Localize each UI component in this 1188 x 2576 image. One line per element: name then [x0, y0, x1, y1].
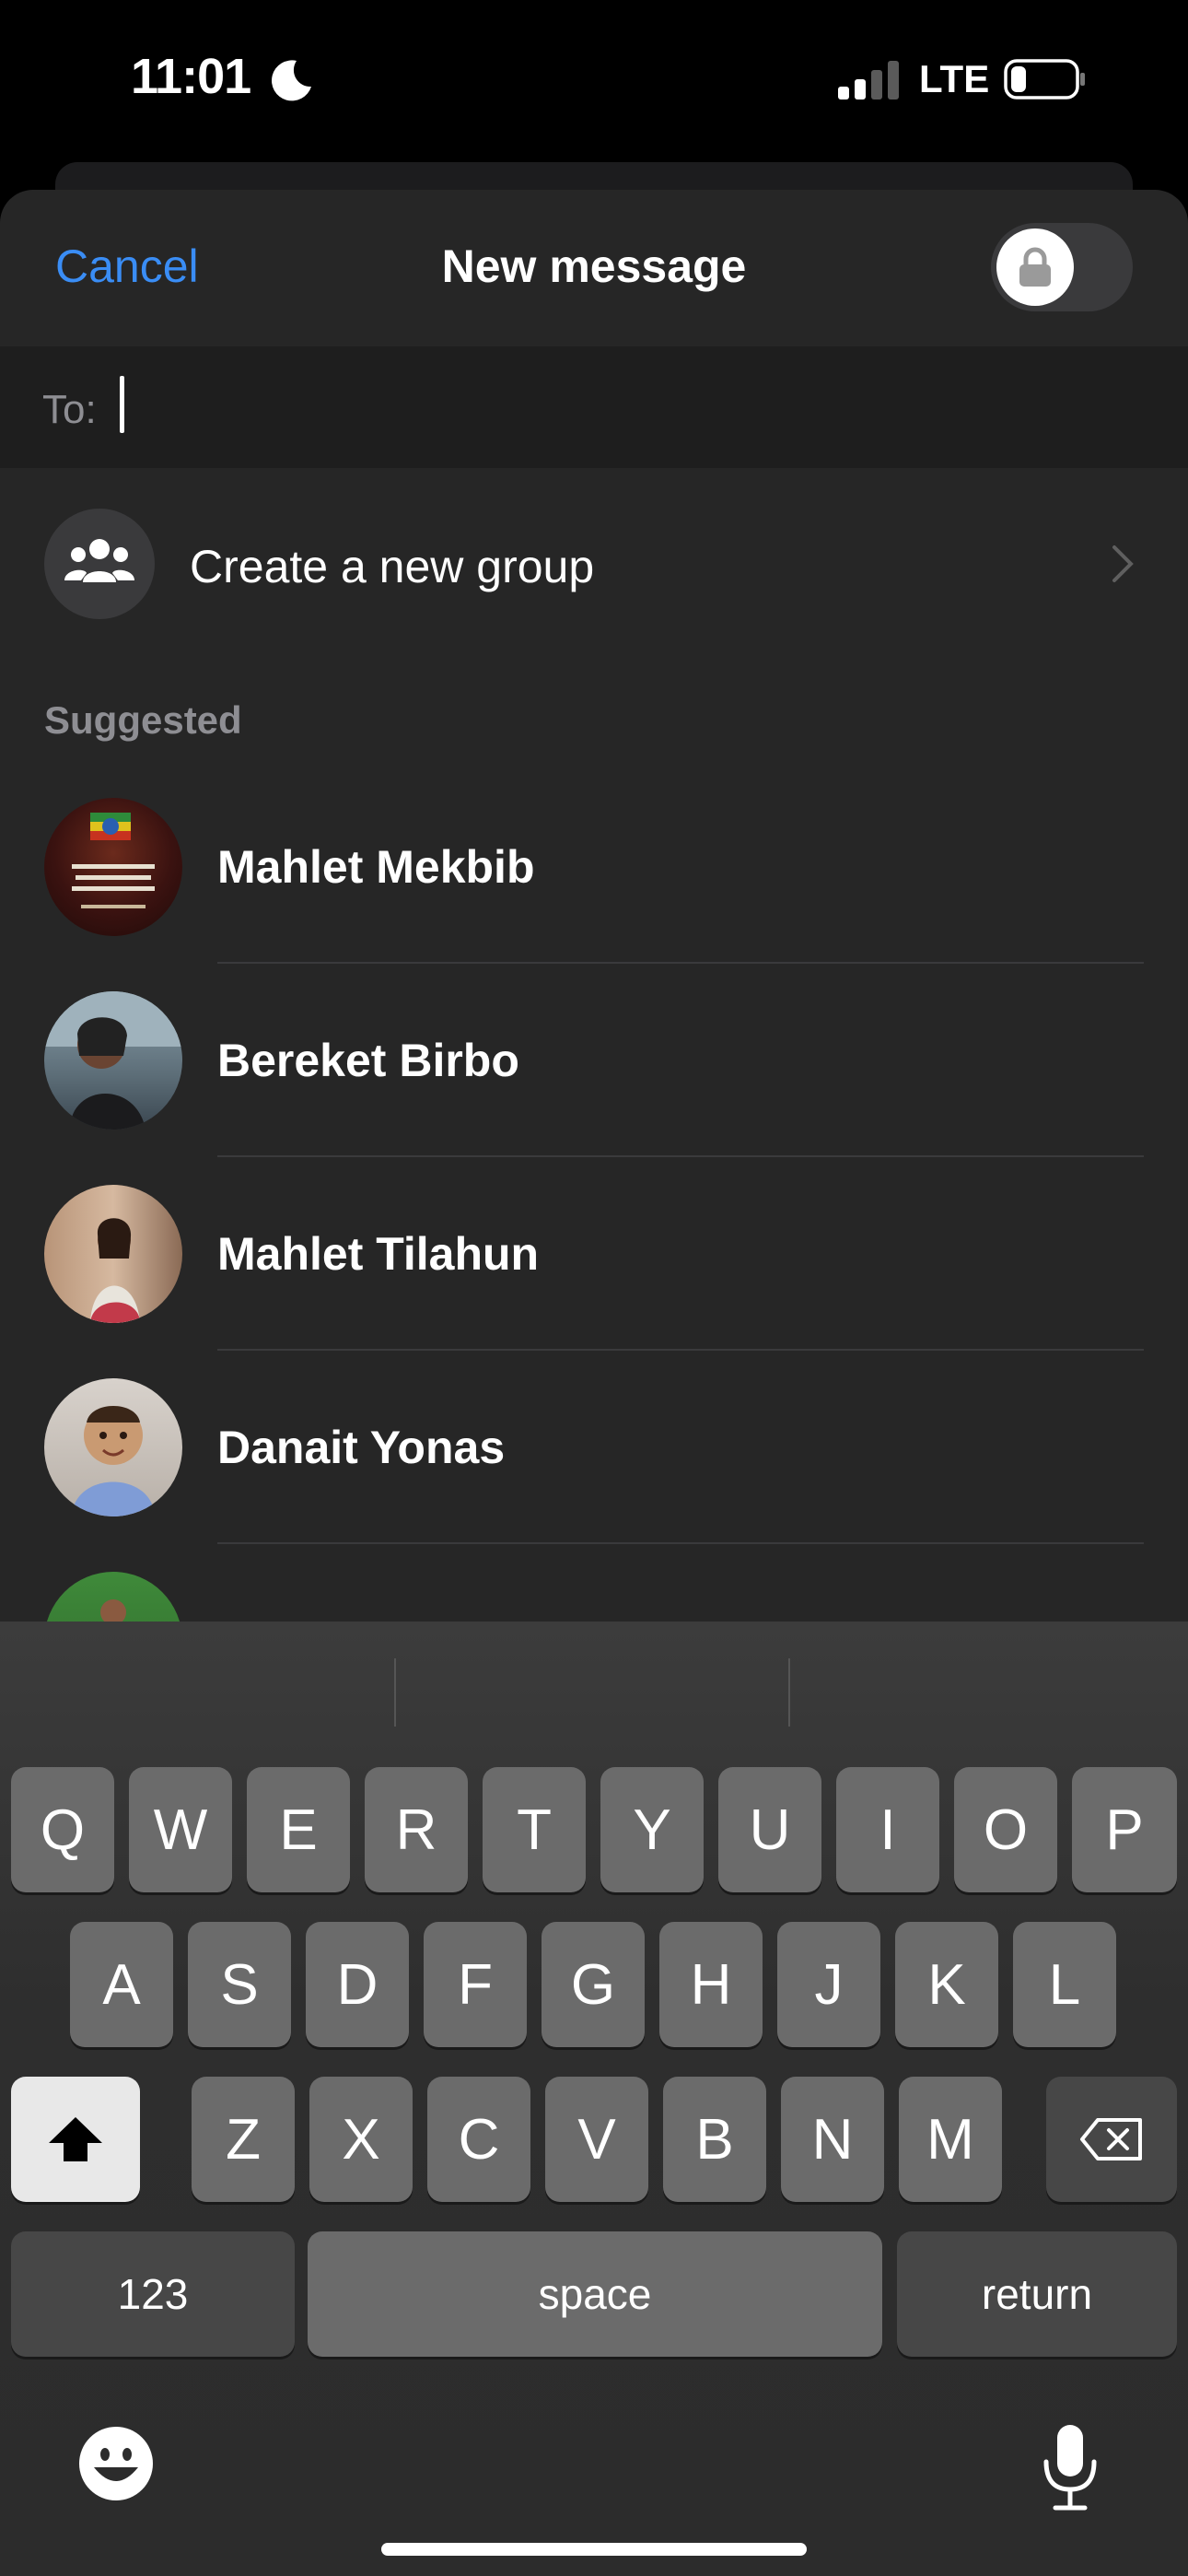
key-v[interactable]: V [545, 2077, 648, 2202]
suggested-heading: Suggested [44, 698, 242, 742]
key-g[interactable]: G [542, 1922, 645, 2047]
key-s[interactable]: S [188, 1922, 291, 2047]
create-group-label: Create a new group [190, 541, 595, 592]
emoji-icon[interactable] [77, 2425, 155, 2502]
key-r[interactable]: R [365, 1767, 468, 1892]
encryption-toggle[interactable] [991, 223, 1133, 311]
avatar [44, 798, 182, 936]
network-label: LTE [919, 57, 990, 100]
prediction-divider [394, 1658, 396, 1727]
key-t[interactable]: T [483, 1767, 586, 1892]
home-indicator[interactable] [381, 2543, 807, 2556]
key-c[interactable]: C [427, 2077, 530, 2202]
recipient-input[interactable] [116, 374, 1133, 440]
avatar [44, 1378, 182, 1516]
key-j[interactable]: J [777, 1922, 880, 2047]
microphone-icon[interactable] [1039, 2423, 1101, 2512]
avatar [44, 1572, 182, 1627]
status-time: 11:01 [131, 49, 251, 104]
status-bar: 11:01 LTE [0, 0, 1188, 166]
key-w[interactable]: W [129, 1767, 232, 1892]
key-k[interactable]: K [895, 1922, 998, 2047]
moon-icon [272, 60, 311, 101]
key-p[interactable]: P [1072, 1767, 1177, 1892]
shift-key[interactable] [11, 2077, 140, 2202]
avatar [44, 1185, 182, 1323]
delete-key[interactable] [1046, 2077, 1177, 2202]
new-message-sheet: Cancel New message To: Create a new grou… [0, 190, 1188, 1627]
key-z[interactable]: Z [192, 2077, 295, 2202]
space-key[interactable]: space [308, 2231, 882, 2357]
key-o[interactable]: O [954, 1767, 1057, 1892]
text-cursor [120, 376, 124, 433]
keyboard: Q W E R T Y U I O P A S D F G H J K L Z … [0, 1622, 1188, 2576]
numbers-key[interactable]: 123 [11, 2231, 295, 2357]
contact-name: Danait Yonas [217, 1422, 506, 1473]
toggle-knob [996, 228, 1074, 306]
backspace-icon [1080, 2118, 1142, 2160]
key-x[interactable]: X [309, 2077, 413, 2202]
key-d[interactable]: D [306, 1922, 409, 2047]
key-m[interactable]: M [899, 2077, 1002, 2202]
key-l[interactable]: L [1013, 1922, 1116, 2047]
create-group-row[interactable]: Create a new group [0, 494, 1188, 632]
key-q[interactable]: Q [11, 1767, 114, 1892]
contact-row[interactable]: Mahlet Tilahun [0, 1157, 1188, 1351]
avatar [44, 991, 182, 1130]
to-label: To: [42, 387, 97, 432]
return-key[interactable]: return [897, 2231, 1177, 2357]
group-icon [64, 539, 134, 582]
contact-row[interactable] [0, 1544, 1188, 1627]
key-f[interactable]: F [424, 1922, 527, 2047]
contact-name: Bereket Birbo [217, 1035, 519, 1086]
contact-row[interactable]: Danait Yonas [0, 1351, 1188, 1544]
contact-name: Mahlet Mekbib [217, 841, 535, 893]
contact-name: Mahlet Tilahun [217, 1228, 540, 1280]
key-e[interactable]: E [247, 1767, 350, 1892]
key-y[interactable]: Y [600, 1767, 704, 1892]
contact-row[interactable]: Mahlet Mekbib [0, 770, 1188, 964]
key-h[interactable]: H [659, 1922, 763, 2047]
key-i[interactable]: I [836, 1767, 939, 1892]
to-field-bar: To: [0, 346, 1188, 468]
key-b[interactable]: B [663, 2077, 766, 2202]
contact-row[interactable]: Bereket Birbo [0, 964, 1188, 1157]
key-a[interactable]: A [70, 1922, 173, 2047]
signal-icon [838, 61, 899, 100]
battery-icon [1004, 59, 1085, 100]
key-n[interactable]: N [781, 2077, 884, 2202]
prediction-divider [788, 1658, 790, 1727]
chevron-right-icon [1112, 545, 1134, 582]
lock-icon [1019, 247, 1051, 287]
key-u[interactable]: U [718, 1767, 821, 1892]
shift-icon [49, 2117, 102, 2161]
group-icon-container [44, 509, 155, 619]
